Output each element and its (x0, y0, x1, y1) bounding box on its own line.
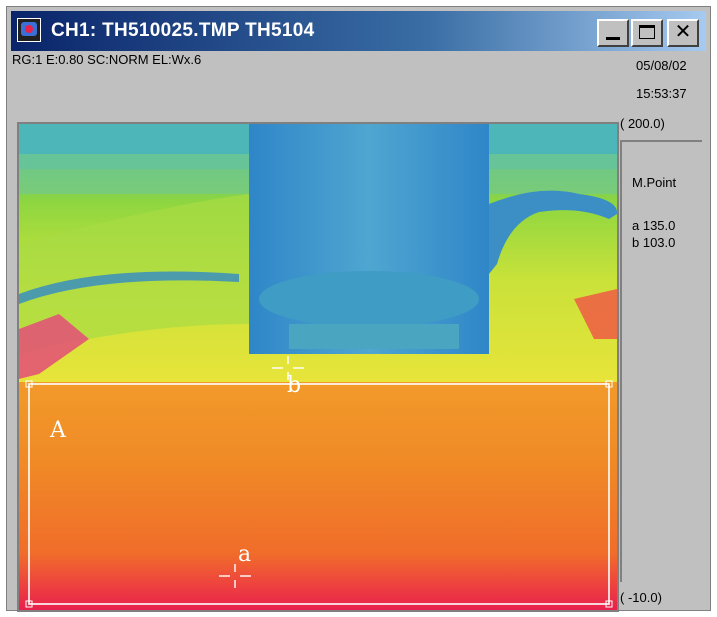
minimize-icon (606, 37, 620, 40)
cylinder-base (259, 271, 479, 327)
window-title: CH1: TH510025.TMP TH5104 (51, 20, 315, 41)
thermal-image-canvas (19, 124, 617, 610)
thermal-camera-icon[interactable] (17, 18, 41, 42)
capture-time: 15:53:37 (636, 86, 687, 101)
scale-max-value: ( 200.0) (620, 116, 665, 131)
base-plate-hot-area (19, 382, 617, 610)
camera-parameters: RG:1 E:0.80 SC:NORM EL:Wx.6 (12, 52, 202, 67)
capture-date: 05/08/02 (636, 58, 687, 73)
close-button[interactable]: ✕ (667, 19, 699, 47)
minimize-button[interactable] (597, 19, 629, 47)
roi-label: A (50, 418, 66, 443)
maximize-button[interactable] (631, 19, 663, 47)
maximize-icon (639, 25, 655, 39)
measure-point-a: a 135.0 (632, 218, 676, 233)
point-b-label: b (287, 373, 302, 398)
mount-bracket (289, 324, 459, 349)
measure-point-b: b 103.0 (632, 235, 676, 250)
title-bar[interactable]: CH1: TH510025.TMP TH5104 ✕ (11, 11, 706, 51)
thermal-image[interactable] (17, 122, 619, 612)
point-a-label: a (238, 542, 252, 567)
measurement-panel (620, 140, 702, 582)
close-icon: ✕ (674, 21, 692, 43)
scale-min-value: ( -10.0) (620, 590, 662, 605)
measurement-title: M.Point (632, 175, 677, 190)
